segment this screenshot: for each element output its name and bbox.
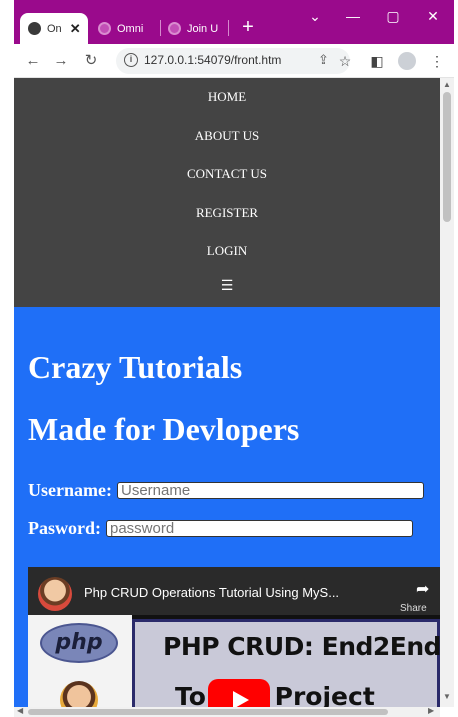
page-title: Crazy Tutorials [28,349,243,385]
close-tab-icon[interactable]: ✕ [70,21,81,37]
info-icon[interactable]: i [124,53,138,67]
hamburger-menu-icon[interactable]: ☰ [14,271,440,307]
nav-login[interactable]: LOGIN [14,232,440,271]
password-input[interactable] [106,520,413,537]
password-row: Pasword: [28,518,413,539]
hscrollbar-thumb[interactable] [28,709,388,715]
forward-icon[interactable]: → [50,50,72,72]
tab-active[interactable]: On ✕ [20,13,88,44]
browser-window: On ✕ Omni Join U + ⌄ — ▢ ✕ ← → ↻ i 127.0… [14,0,454,717]
reload-icon[interactable]: ↻ [80,50,102,72]
tab-separator [228,20,229,36]
nav-home[interactable]: HOME [14,78,440,117]
page-viewport: HOME ABOUT US CONTACT US REGISTER LOGIN … [14,78,440,707]
address-bar[interactable]: i 127.0.0.1:54079/front.htm ⇪ [116,48,350,74]
thumbnail-left-panel: php [28,615,132,707]
scroll-right-icon[interactable]: ▶ [428,706,434,715]
globe-icon [98,22,111,35]
nav-register[interactable]: REGISTER [14,194,440,233]
scroll-down-icon[interactable]: ▼ [443,692,451,701]
share-icon[interactable]: ⇪ [318,52,329,68]
minimize-icon[interactable]: — [338,8,368,24]
banner-line-1: PHP CRUD: End2End [163,632,440,661]
profile-avatar[interactable] [398,52,416,70]
tab-label: Omni [117,22,144,35]
channel-avatar[interactable] [38,577,72,611]
password-label: Pasword: [28,518,101,538]
close-window-icon[interactable]: ✕ [418,8,448,25]
tab-label: On [47,22,62,35]
maximize-icon[interactable]: ▢ [378,8,408,25]
video-title[interactable]: Php CRUD Operations Tutorial Using MyS..… [84,585,339,600]
back-icon[interactable]: ← [22,50,44,72]
menu-dots-icon[interactable]: ⋮ [426,50,448,72]
star-icon[interactable]: ☆ [334,50,356,72]
side-panel-icon[interactable]: ◧ [366,50,388,72]
new-tab-button[interactable]: + [236,13,260,41]
share-arrow-icon[interactable]: ➦ [416,579,429,599]
nav-contact-us[interactable]: CONTACT US [14,155,440,194]
username-label: Username: [28,480,112,500]
hero-section: Crazy Tutorials Made for Devlopers Usern… [14,307,440,707]
tab-strip: On ✕ Omni Join U + ⌄ — ▢ ✕ [14,0,454,44]
presenter-avatar [60,681,98,707]
tab-separator [160,20,161,36]
browser-toolbar: ← → ↻ i 127.0.0.1:54079/front.htm ⇪ ☆ ◧ … [14,44,454,78]
site-nav: HOME ABOUT US CONTACT US REGISTER LOGIN … [14,78,440,307]
globe-icon [28,22,41,35]
scrollbar-thumb[interactable] [443,92,451,222]
horizontal-scrollbar[interactable]: ◀ ▶ [14,706,440,717]
tab-omni[interactable]: Omni [94,13,158,44]
scroll-up-icon[interactable]: ▲ [443,80,451,89]
banner-line-2: To List Project [175,682,375,707]
youtube-play-icon[interactable] [208,679,270,707]
username-row: Username: [28,480,424,501]
scroll-left-icon[interactable]: ◀ [17,706,23,715]
chevron-down-icon[interactable]: ⌄ [300,8,330,25]
share-label[interactable]: Share [400,603,427,614]
php-logo: php [40,623,118,663]
youtube-embed[interactable]: Php CRUD Operations Tutorial Using MyS..… [28,567,440,707]
url-text: 127.0.0.1:54079/front.htm [144,53,282,67]
vertical-scrollbar[interactable]: ▲ ▼ [440,78,454,707]
tab-join[interactable]: Join U [164,13,226,44]
username-input[interactable] [116,482,424,499]
nav-about-us[interactable]: ABOUT US [14,117,440,156]
page-subtitle: Made for Devlopers [28,411,300,447]
thumbnail-banner: PHP CRUD: End2End To List Project [132,619,440,707]
tab-label: Join U [187,22,219,35]
globe-icon [168,22,181,35]
